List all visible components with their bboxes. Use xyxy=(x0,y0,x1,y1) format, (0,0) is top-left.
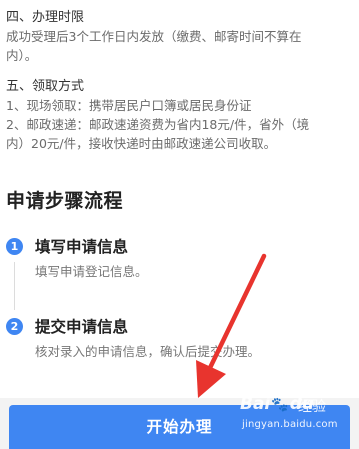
step-title: 填写申请信息 xyxy=(35,238,129,256)
paw-icon: 🐾 xyxy=(271,397,289,413)
step-description: 填写申请登记信息。 xyxy=(35,264,148,279)
pickup-method-title: 五、领取方式 xyxy=(6,79,85,94)
watermark-jingyan-text: 经验 xyxy=(298,399,326,415)
pickup-method-item: 1、现场领取：携带居民户口簿或居民身份证 xyxy=(6,98,252,113)
step-title: 提交申请信息 xyxy=(35,318,129,336)
process-title: 申请步骤流程 xyxy=(6,190,124,212)
processing-time-text: 内）。 xyxy=(6,48,38,63)
info-section: 四、办理时限 成功受理后3个工作日内发放（缴费、邮寄时间不算在 内）。 五、领取… xyxy=(6,9,346,153)
watermark-url: jingyan.baidu.com xyxy=(242,419,338,430)
processing-time-text: 成功受理后3个工作日内发放（缴费、邮寄时间不算在 xyxy=(6,29,302,44)
step-number-badge: 2 xyxy=(6,318,23,335)
step-connector-line xyxy=(14,262,15,310)
pickup-method-item: 2、邮政速递：邮政速递资费为省内18元/件，省外（境 xyxy=(6,117,310,132)
pickup-method-item: 内）20元/件，接收快递时由邮政速递公司收取。 xyxy=(6,136,277,151)
processing-time-title: 四、办理时限 xyxy=(6,10,85,25)
step-description: 核对录入的申请信息，确认后提交办理。 xyxy=(35,344,261,359)
step-number-badge: 1 xyxy=(6,238,23,255)
baidu-jingyan-watermark: Bai🐾du 经验 jingyan.baidu.com xyxy=(238,392,358,440)
